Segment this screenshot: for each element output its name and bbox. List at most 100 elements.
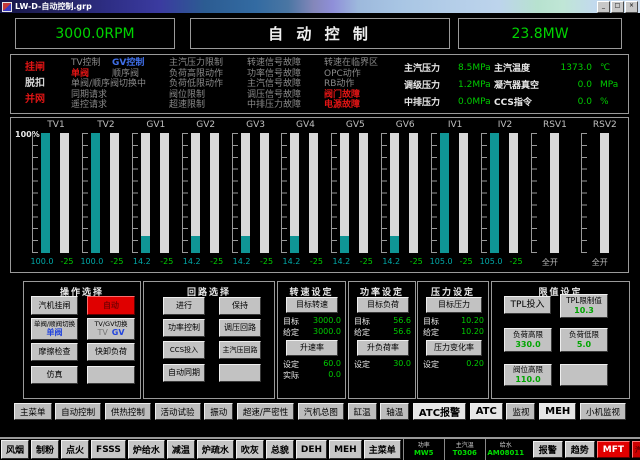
overspeed-tightness-button[interactable]: 超速/严密性 (237, 403, 294, 420)
minimize-button[interactable]: _ (597, 1, 610, 13)
valve-group: GV614.2-25 (376, 120, 426, 270)
blank-button[interactable] (560, 364, 608, 386)
small-turbine-monitor-button[interactable]: 小机监视 (580, 403, 626, 420)
load-high-limit-button[interactable]: 负荷高限330.0 (504, 328, 552, 352)
target-pressure-button[interactable]: 目标压力 (426, 297, 482, 313)
alarm-button[interactable]: 报警 (533, 441, 563, 458)
turbine-trip-button[interactable]: 汽机跳闸 (632, 441, 640, 458)
row-value: 0.20 (466, 359, 484, 370)
restore-button[interactable]: □ (611, 1, 624, 13)
target-speed-button[interactable]: 目标转速 (286, 297, 338, 313)
atc-alarm-button[interactable]: ATC报警 (413, 403, 466, 420)
limit-flag: 负荷高限动作 (169, 69, 223, 80)
valve-position-fill (290, 236, 299, 253)
atc-button[interactable]: ATC (470, 403, 503, 420)
meh-button[interactable]: MEH (539, 403, 576, 420)
point-label: 功率 (418, 442, 430, 449)
load-rate-button[interactable]: 升负荷率 (357, 340, 409, 356)
turbine-speed-readout: 3000.0RPM (15, 18, 175, 49)
main-menu-button[interactable]: 主菜单 (14, 403, 52, 420)
valve-reference-bar (509, 133, 518, 253)
turbine-latch-button[interactable]: 汽机挂闸 (31, 296, 78, 315)
auto-sync-button[interactable]: 自动同期 (163, 364, 205, 382)
proceed-button[interactable]: 进行 (163, 297, 205, 315)
simulation-button[interactable]: 仿真 (31, 366, 78, 384)
valve-scale-ticks (431, 133, 437, 253)
shaft-temp-button[interactable]: 轴温 (380, 403, 409, 420)
tab-meh[interactable]: MEH (329, 440, 362, 459)
trend-button[interactable]: 趋势 (565, 441, 595, 458)
activity-test-button[interactable]: 活动试验 (155, 403, 201, 420)
turbine-overview-button[interactable]: 汽机总图 (298, 403, 344, 420)
heat-supply-control-button[interactable]: 供热控制 (105, 403, 151, 420)
readout-label: 中排压力 (404, 95, 458, 108)
pressure-readout: 调级压力1.2MPa (404, 76, 491, 93)
auto-control-button[interactable]: 自动控制 (55, 403, 101, 420)
target-load-button[interactable]: 目标负荷 (357, 297, 409, 313)
tab-boiler-drain[interactable]: 炉疏水 (197, 440, 234, 459)
pressure-rate-button[interactable]: 压力变化率 (426, 340, 482, 356)
tv-gv-switch-button[interactable]: TV/GV切换TVGV (87, 318, 135, 340)
signal-fault-flag: 功率信号故障 (247, 69, 301, 80)
cylinder-temp-button[interactable]: 缸温 (348, 403, 377, 420)
close-button[interactable]: × (625, 1, 638, 13)
main-steam-temp-point-cell[interactable]: 主汽温T0306 (444, 439, 485, 460)
valve-reference-value: -25 (207, 257, 227, 266)
temperature-readout: 凝汽器真空0.0MPa (494, 76, 618, 93)
monitor-button[interactable]: 监视 (506, 403, 535, 420)
row-value: 60.0 (323, 359, 341, 370)
tab-desuperheat[interactable]: 减温 (167, 440, 195, 459)
tab-ignition[interactable]: 点火 (61, 440, 89, 459)
valve-label: GV4 (286, 120, 324, 130)
tab-overview[interactable]: 总貌 (266, 440, 294, 459)
row-label: 实际 (283, 370, 299, 381)
valve-group: GV514.2-25 (326, 120, 376, 270)
temperature-readout-column: 主汽温度1373.0℃凝汽器真空0.0MPaCCS指令0.0% (494, 59, 618, 110)
tab-air-flue[interactable]: 风烟 (1, 440, 29, 459)
tpl-engage-button[interactable]: TPL投入 (504, 296, 551, 314)
valve-label: GV3 (237, 120, 275, 130)
pressure-loop-button[interactable]: 调压回路 (219, 319, 261, 337)
tab-main-menu[interactable]: 主菜单 (364, 440, 401, 459)
feedwater-point-cell[interactable]: 给水AM08011 (485, 439, 526, 460)
valve-reference-bar (160, 133, 169, 253)
vibration-button[interactable]: 振动 (204, 403, 233, 420)
power-control-button[interactable]: 功率控制 (163, 319, 205, 337)
valve-reference-value: -25 (506, 257, 526, 266)
control-mode-column: TV控制GV控制单阀顺序阀单阀/顺序阀切换中同期请求遥控请求 (71, 58, 146, 111)
valve-scale-ticks (182, 133, 188, 253)
load-low-limit-button[interactable]: 负荷低限5.0 (560, 328, 608, 352)
valve-position-value: 全开 (576, 257, 624, 268)
signal-fault-flag: 转速信号故障 (247, 58, 301, 69)
power-point-cell[interactable]: 功率MW5 (403, 439, 444, 460)
mode-row: 遥控请求 (71, 100, 146, 111)
valve-position-bar (600, 133, 609, 253)
readout-unit: MPa (600, 80, 618, 90)
fast-unload-button[interactable]: 快卸负荷 (87, 343, 135, 361)
tpl-limit-value-button[interactable]: TPL限制值10.3 (560, 294, 608, 318)
valve-position-bar (91, 133, 100, 253)
tab-sootblowing[interactable]: 吹灰 (236, 440, 264, 459)
speed-rate-set-row: 设定 60.0 (283, 359, 341, 370)
valve-mode-switch-button[interactable]: 单阀/顺阀切换单阀 (31, 318, 78, 340)
valve-position-high-limit-button[interactable]: 阀位高限110.0 (504, 364, 552, 386)
readout-unit: % (600, 97, 609, 107)
blank-button[interactable] (219, 364, 261, 382)
auto-button[interactable]: 自动 (87, 296, 135, 315)
tab-boiler-feedwater[interactable]: 炉给水 (128, 440, 165, 459)
tab-deh[interactable]: DEH (296, 440, 327, 459)
mft-button[interactable]: MFT (597, 441, 630, 458)
pressure-readout-column: 主汽压力8.5MPa调级压力1.2MPa中排压力0.0MPa (404, 59, 491, 110)
tab-fsss[interactable]: FSSS (91, 440, 126, 459)
readout-label: 凝汽器真空 (494, 78, 552, 91)
friction-check-button[interactable]: 摩擦检查 (31, 343, 78, 361)
valve-group: GV214.2-25 (177, 120, 227, 270)
hold-button[interactable]: 保持 (219, 297, 261, 315)
row-label: 给定 (423, 327, 439, 338)
ccs-engage-button[interactable]: CCS投入 (163, 341, 205, 359)
speed-rate-button[interactable]: 升速率 (286, 340, 338, 356)
valve-position-fill (390, 236, 399, 253)
blank-button[interactable] (87, 366, 135, 384)
tab-pulverizing[interactable]: 制粉 (31, 440, 59, 459)
main-steam-pressure-loop-button[interactable]: 主汽压回路 (219, 341, 261, 359)
